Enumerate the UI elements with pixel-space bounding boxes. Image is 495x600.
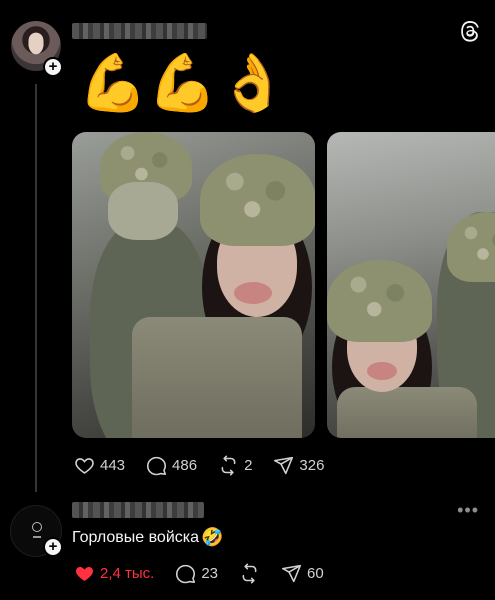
follow-plus-icon[interactable]: + <box>43 57 63 77</box>
heart-filled-icon <box>76 566 93 581</box>
reply-follow-plus-icon[interactable]: + <box>43 537 63 557</box>
reply-comment-button[interactable]: 23 <box>175 563 218 584</box>
reply-like-count: 2,4 тыс. <box>100 564 155 582</box>
repost-button[interactable]: 2 <box>218 455 252 476</box>
like-count: 443 <box>100 456 126 474</box>
repost-icon <box>221 455 236 475</box>
reply-text-content: Горловые войска <box>72 528 200 546</box>
post-actions: 443 486 2 326 <box>74 455 345 475</box>
send-icon <box>281 564 302 582</box>
author-username-redacted[interactable] <box>72 23 207 39</box>
send-icon <box>274 456 294 474</box>
photo-carousel[interactable] <box>72 132 495 438</box>
post-photo-2[interactable] <box>327 132 495 438</box>
share-count: 326 <box>299 456 325 474</box>
reply-share-count: 60 <box>307 564 324 582</box>
comment-icon <box>146 456 167 475</box>
reply-like-button[interactable]: 2,4 тыс. <box>74 563 154 584</box>
more-options-icon[interactable]: ••• <box>457 500 479 521</box>
repost-icon <box>242 563 257 583</box>
comment-icon <box>176 564 196 583</box>
heart-icon <box>75 457 94 474</box>
reply-repost-button[interactable] <box>239 563 260 584</box>
reply-share-button[interactable]: 60 <box>281 563 324 584</box>
reply-username-redacted[interactable] <box>72 502 204 518</box>
post-photo-1[interactable] <box>72 132 315 438</box>
comment-button[interactable]: 486 <box>146 455 197 476</box>
thread-connector-line <box>35 84 37 492</box>
reply-emoji: 🤣 <box>201 527 224 547</box>
like-button[interactable]: 443 <box>74 455 125 476</box>
post-emoji-text: 💪💪👌 <box>78 51 288 114</box>
reply-comment-count: 23 <box>201 564 219 582</box>
comment-count: 486 <box>172 456 198 474</box>
reply-actions: 2,4 тыс. 23 60 <box>74 563 345 583</box>
repost-count: 2 <box>244 456 253 474</box>
reply-text: Горловые войска 🤣 <box>72 527 223 548</box>
share-button[interactable]: 326 <box>273 455 324 476</box>
threads-logo-icon[interactable] <box>459 20 481 42</box>
